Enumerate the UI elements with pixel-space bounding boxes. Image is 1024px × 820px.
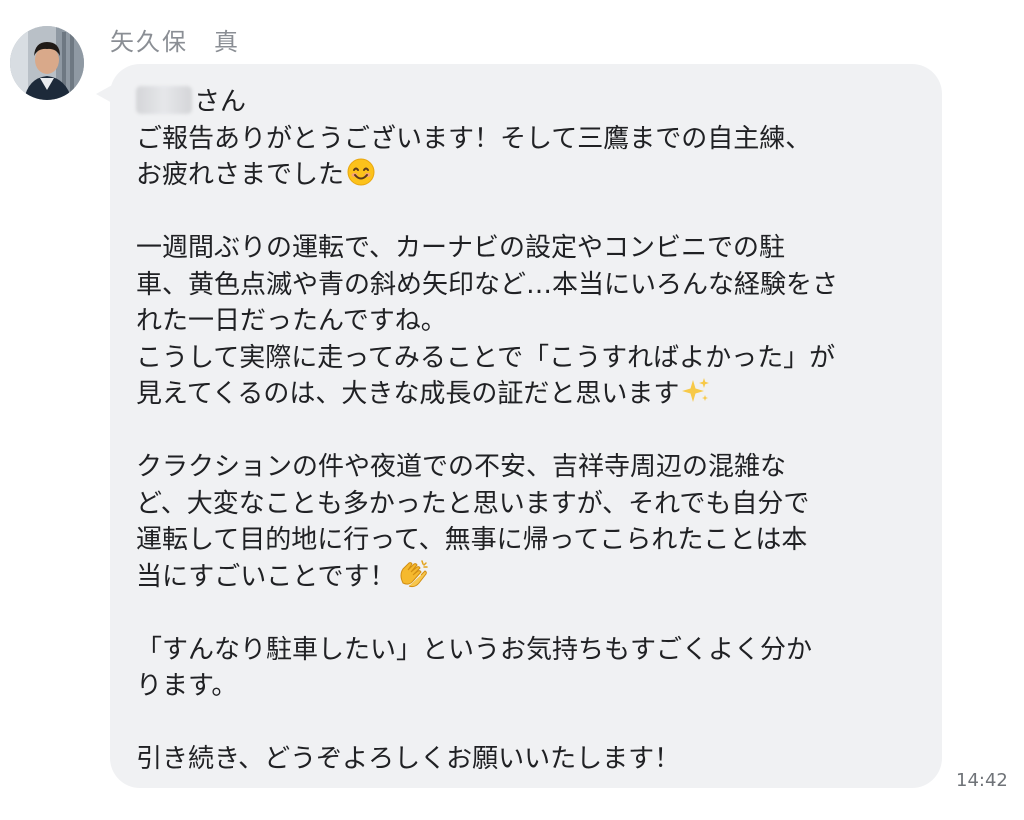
message-line: クラクションの件や夜道での不安、吉祥寺周辺の混雑な [136, 452, 787, 482]
avatar-photo-icon [10, 26, 84, 100]
smiling-face-icon [346, 157, 376, 198]
clapping-hands-icon [397, 559, 429, 600]
message-timestamp: 14:42 [956, 770, 1008, 791]
message-line: 見えてくるのは、大きな成長の証だと思います [136, 376, 936, 413]
avatar[interactable] [10, 26, 84, 100]
chat-message-row: 矢久保 真 さん ご報告ありがとうございます！そして三鷹までの自主練、 お疲れさ… [0, 0, 1024, 820]
message-line: ど、大変なことも多かったと思いますが、それでも自分で [136, 488, 810, 519]
message-line: 一週間ぶりの運転で、カーナビの設定やコンビニでの駐 [136, 233, 785, 263]
message-text: さん ご報告ありがとうございます！そして三鷹までの自主練、 お疲れさまでした 一… [136, 84, 936, 778]
message-line: れた一日だったんですね。 [136, 306, 447, 336]
message-line-text: 見えてくるのは、大きな成長の証だと思います [136, 379, 680, 409]
message-line-text: お疲れさまでした [136, 160, 345, 190]
message-line: こうして実際に走ってみることで「こうすればよかった」が [136, 342, 836, 373]
message-line-text: 当にすごいことです！ [136, 561, 396, 592]
message-line: ります。 [136, 671, 238, 701]
sparkles-icon [681, 376, 711, 417]
message-line: ご報告ありがとうございます！そして三鷹までの自主練、 [136, 123, 812, 154]
message-line: 当にすごいことです！ [136, 559, 936, 596]
message-line: 車、黄色点滅や青の斜め矢印など…本当にいろんな経験をさ [136, 269, 839, 300]
message-line: お疲れさまでした [136, 157, 936, 194]
message-line: 「すんなり駐車したい」というお気持ちもすごくよく分か [136, 634, 813, 665]
redacted-recipient-name [136, 86, 192, 114]
recipient-line: さん [136, 84, 936, 121]
recipient-suffix: さん [194, 87, 247, 117]
message-line: 運転して目的地に行って、無事に帰ってこられたことは本 [136, 525, 808, 555]
message-line: 引き続き、どうぞよろしくお願いいたします！ [136, 744, 681, 774]
sender-name: 矢久保 真 [110, 28, 240, 56]
